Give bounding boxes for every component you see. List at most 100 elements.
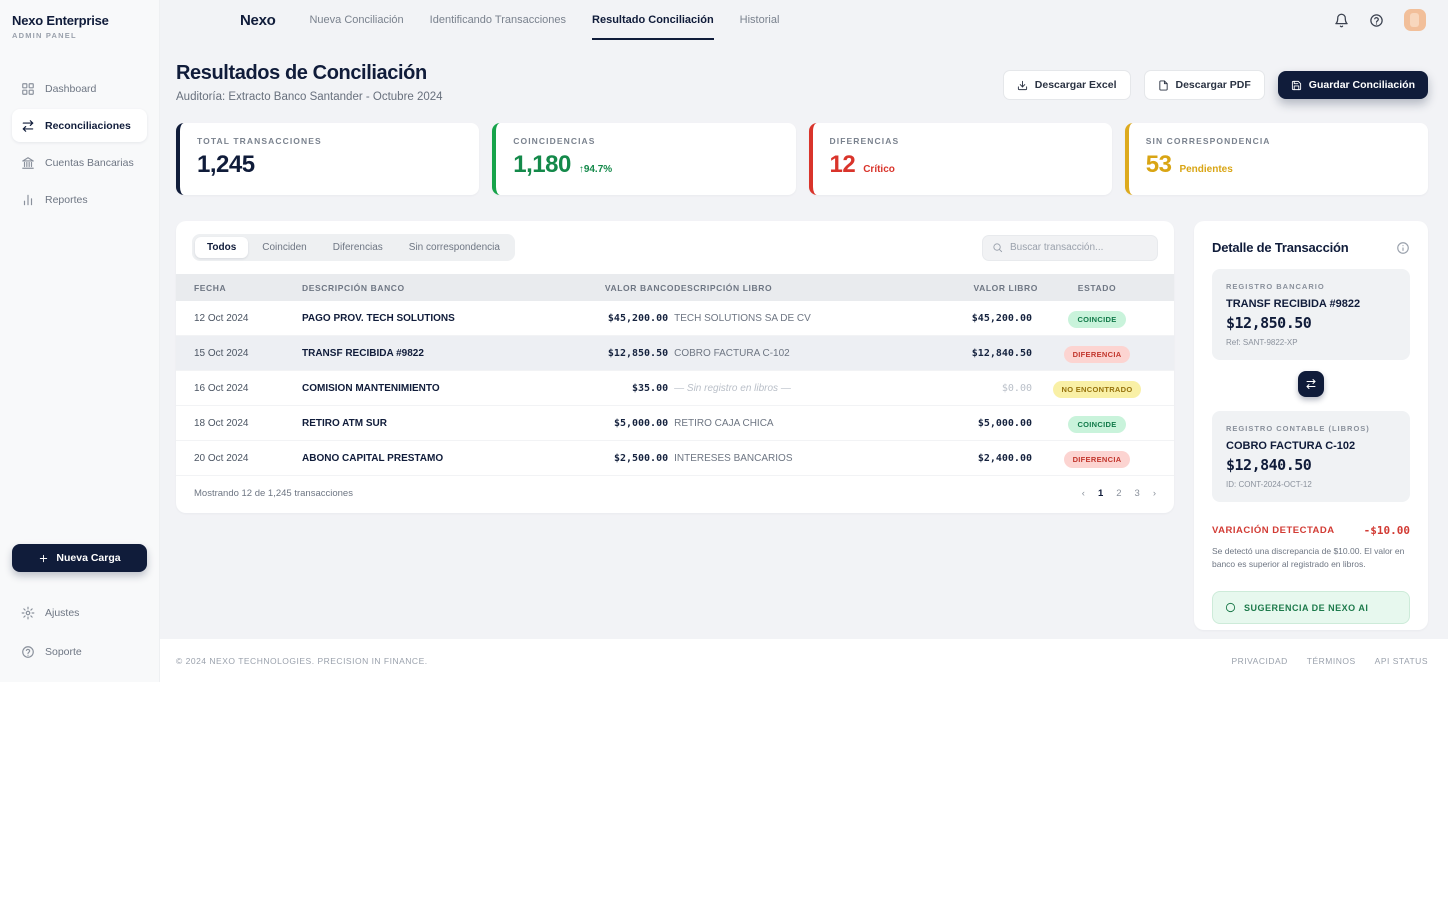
copyright-text: © 2024 NEXO TECHNOLOGIES. PRECISION IN F…: [176, 656, 428, 666]
page-subtitle: Auditoría: Extracto Banco Santander - Oc…: [176, 91, 443, 103]
topbar-actions: [1334, 9, 1426, 31]
app-window: Nexo Enterprise ADMIN PANEL DashboardRec…: [0, 0, 1448, 682]
bank-record-label: REGISTRO BANCARIO: [1226, 282, 1396, 291]
table-footer: Mostrando 12 de 1,245 transacciones ‹123…: [176, 476, 1174, 513]
sidebar-item-soporte[interactable]: Soporte: [12, 635, 147, 668]
footer-link-privacidad[interactable]: PRIVACIDAD: [1231, 656, 1287, 666]
stat-card-diferencias: DIFERENCIAS12Crítico: [809, 123, 1112, 195]
tab-todos[interactable]: Todos: [195, 237, 248, 258]
column-header: DESCRIPCIÓN BANCO: [302, 283, 554, 293]
next-page-button[interactable]: ›: [1153, 488, 1156, 499]
table-row[interactable]: 12 Oct 2024PAGO PROV. TECH SOLUTIONS$45,…: [176, 301, 1174, 336]
table-row[interactable]: 15 Oct 2024TRANSF RECIBIDA #9822$12,850.…: [176, 336, 1174, 371]
footer-link-api-status[interactable]: API STATUS: [1375, 656, 1428, 666]
table-header-row: FECHADESCRIPCIÓN BANCOVALOR BANCODESCRIP…: [176, 274, 1174, 301]
stat-cards: TOTAL TRANSACCIONES1,245COINCIDENCIAS1,1…: [160, 103, 1448, 195]
sidebar-item-dashboard[interactable]: Dashboard: [12, 72, 147, 105]
sidebar-item-reportes[interactable]: Reportes: [12, 183, 147, 216]
transactions-table-card: TodosCoincidenDiferenciasSin corresponde…: [176, 221, 1174, 513]
cell-fecha: 15 Oct 2024: [194, 348, 302, 359]
prev-page-button[interactable]: ‹: [1082, 488, 1085, 499]
stat-value: 53: [1146, 151, 1172, 179]
stat-label: SIN CORRESPONDENCIA: [1146, 136, 1411, 146]
cell-estado: COINCIDE: [1038, 309, 1156, 328]
stat-card-total-transacciones: TOTAL TRANSACCIONES1,245: [176, 123, 479, 195]
book-record-card: REGISTRO CONTABLE (LIBROS) COBRO FACTURA…: [1212, 411, 1410, 502]
search-icon: [992, 242, 1003, 253]
stat-label: COINCIDENCIAS: [513, 136, 778, 146]
book-record-name: COBRO FACTURA C-102: [1226, 440, 1396, 452]
cell-descripcion-libro: INTERESES BANCARIOS: [674, 453, 910, 464]
help-icon[interactable]: [1369, 13, 1384, 28]
table-row[interactable]: 20 Oct 2024ABONO CAPITAL PRESTAMO$2,500.…: [176, 441, 1174, 476]
status-badge: COINCIDE: [1068, 416, 1125, 433]
swap-records-button[interactable]: [1298, 371, 1324, 397]
cell-valor-libro: $5,000.00: [910, 418, 1038, 429]
nav-link-historial[interactable]: Historial: [740, 0, 780, 40]
page-header-text: Resultados de Conciliación Auditoría: Ex…: [176, 62, 443, 103]
sidebar-item-ajustes[interactable]: Ajustes: [12, 596, 147, 629]
footer-link-términos[interactable]: TÉRMINOS: [1307, 656, 1356, 666]
cell-estado: DIFERENCIA: [1038, 344, 1156, 363]
search-box[interactable]: [982, 235, 1158, 261]
cell-descripcion-libro: RETIRO CAJA CHICA: [674, 418, 910, 429]
page-button-2[interactable]: 2: [1116, 488, 1121, 499]
cell-valor-libro: $12,840.50: [910, 348, 1038, 359]
help-icon: [21, 645, 35, 659]
cell-valor-banco: $45,200.00: [554, 313, 674, 324]
cell-fecha: 12 Oct 2024: [194, 313, 302, 324]
search-input[interactable]: [1010, 242, 1148, 253]
nav-link-nueva-conciliación[interactable]: Nueva Conciliación: [309, 0, 403, 40]
status-badge: DIFERENCIA: [1064, 346, 1131, 363]
sidebar-item-cuentas-bancarias[interactable]: Cuentas Bancarias: [12, 146, 147, 179]
bank-record-amount: $12,850.50: [1226, 314, 1396, 332]
tab-diferencias[interactable]: Diferencias: [321, 237, 395, 258]
nav-link-identificando-transacciones[interactable]: Identificando Transacciones: [430, 0, 566, 40]
tab-sin-correspondencia[interactable]: Sin correspondencia: [397, 237, 512, 258]
variance-description: Se detectó una discrepancia de $10.00. E…: [1212, 545, 1410, 571]
gear-icon: [21, 606, 35, 620]
cell-fecha: 16 Oct 2024: [194, 383, 302, 394]
table-body: 12 Oct 2024PAGO PROV. TECH SOLUTIONS$45,…: [176, 301, 1174, 476]
download-icon: [1017, 80, 1028, 91]
table-row[interactable]: 18 Oct 2024RETIRO ATM SUR$5,000.00RETIRO…: [176, 406, 1174, 441]
bank-record-card: REGISTRO BANCARIO TRANSF RECIBIDA #9822 …: [1212, 269, 1410, 360]
ai-icon: [1225, 602, 1236, 613]
download-pdf-label: Descargar PDF: [1176, 79, 1251, 91]
sidebar-item-reconciliaciones[interactable]: Reconciliaciones: [12, 109, 147, 142]
bell-icon[interactable]: [1334, 13, 1349, 28]
ai-suggestion-button[interactable]: SUGERENCIA DE NEXO AI: [1212, 591, 1410, 624]
cell-valor-banco: $35.00: [554, 383, 674, 394]
table-row[interactable]: 16 Oct 2024COMISION MANTENIMIENTO$35.00—…: [176, 371, 1174, 406]
footer-links: PRIVACIDAD TÉRMINOS API STATUS: [1231, 656, 1428, 666]
variance-section: VARIACIÓN DETECTADA -$10.00 Se detectó u…: [1212, 524, 1410, 571]
nav-link-resultado-conciliación[interactable]: Resultado Conciliación: [592, 0, 714, 40]
plus-icon: [38, 553, 49, 564]
swap-icon: [1305, 378, 1317, 390]
new-upload-button[interactable]: Nueva Carga: [12, 544, 147, 572]
sidebar-item-label: Dashboard: [45, 83, 96, 95]
sidebar-item-label: Reconciliaciones: [45, 120, 131, 132]
page-header: Resultados de Conciliación Auditoría: Ex…: [160, 40, 1448, 103]
new-upload-label: Nueva Carga: [56, 552, 120, 564]
cell-valor-libro: $45,200.00: [910, 313, 1038, 324]
info-icon[interactable]: [1396, 241, 1410, 255]
cell-descripcion-banco: COMISION MANTENIMIENTO: [302, 383, 554, 394]
brand-name: Nexo Enterprise: [12, 13, 147, 28]
cell-descripcion-libro: TECH SOLUTIONS SA DE CV: [674, 313, 910, 324]
cell-fecha: 18 Oct 2024: [194, 418, 302, 429]
stat-card-sin-correspondencia: SIN CORRESPONDENCIA53Pendientes: [1125, 123, 1428, 195]
save-reconciliation-label: Guardar Conciliación: [1309, 79, 1415, 91]
avatar[interactable]: [1404, 9, 1426, 31]
tab-coinciden[interactable]: Coinciden: [250, 237, 318, 258]
column-header: FECHA: [194, 283, 302, 293]
download-pdf-button[interactable]: Descargar PDF: [1144, 70, 1265, 100]
page-button-3[interactable]: 3: [1135, 488, 1140, 499]
download-excel-button[interactable]: Descargar Excel: [1003, 70, 1131, 100]
filter-tabs: TodosCoincidenDiferenciasSin corresponde…: [192, 234, 515, 261]
page-button-1[interactable]: 1: [1098, 488, 1103, 499]
sidebar-item-label: Ajustes: [45, 607, 79, 619]
book-record-label: REGISTRO CONTABLE (LIBROS): [1226, 424, 1396, 433]
variance-label: VARIACIÓN DETECTADA: [1212, 525, 1335, 536]
save-reconciliation-button[interactable]: Guardar Conciliación: [1278, 71, 1428, 99]
